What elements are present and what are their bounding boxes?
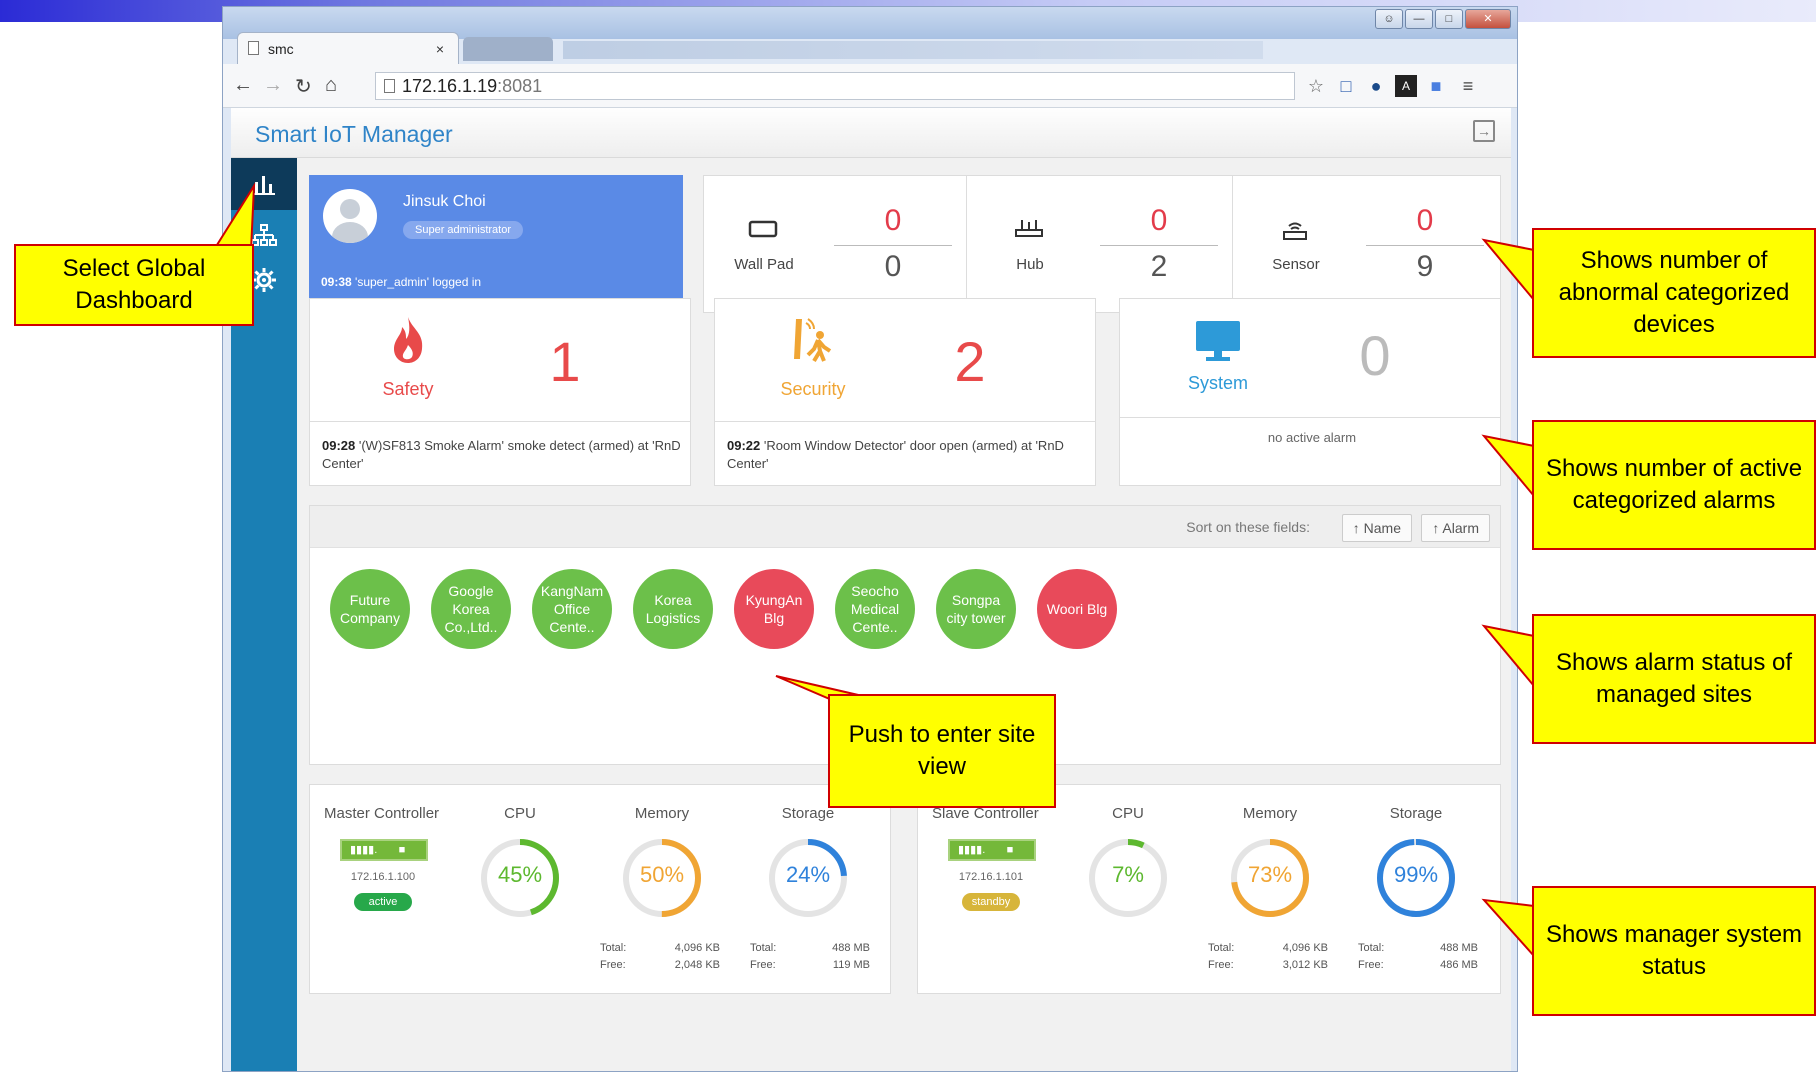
callout-site-view: Push to enter site view — [828, 694, 1056, 808]
callout-abnormal-devices: Shows number of abnormal categorized dev… — [1532, 228, 1816, 358]
callout-dashboard: Select Global Dashboard — [14, 244, 254, 326]
callout-site-alarm-status: Shows alarm status of managed sites — [1532, 614, 1816, 744]
callout-active-alarms: Shows number of active categorized alarm… — [1532, 420, 1816, 550]
callout-system-status: Shows manager system status — [1532, 886, 1816, 1016]
